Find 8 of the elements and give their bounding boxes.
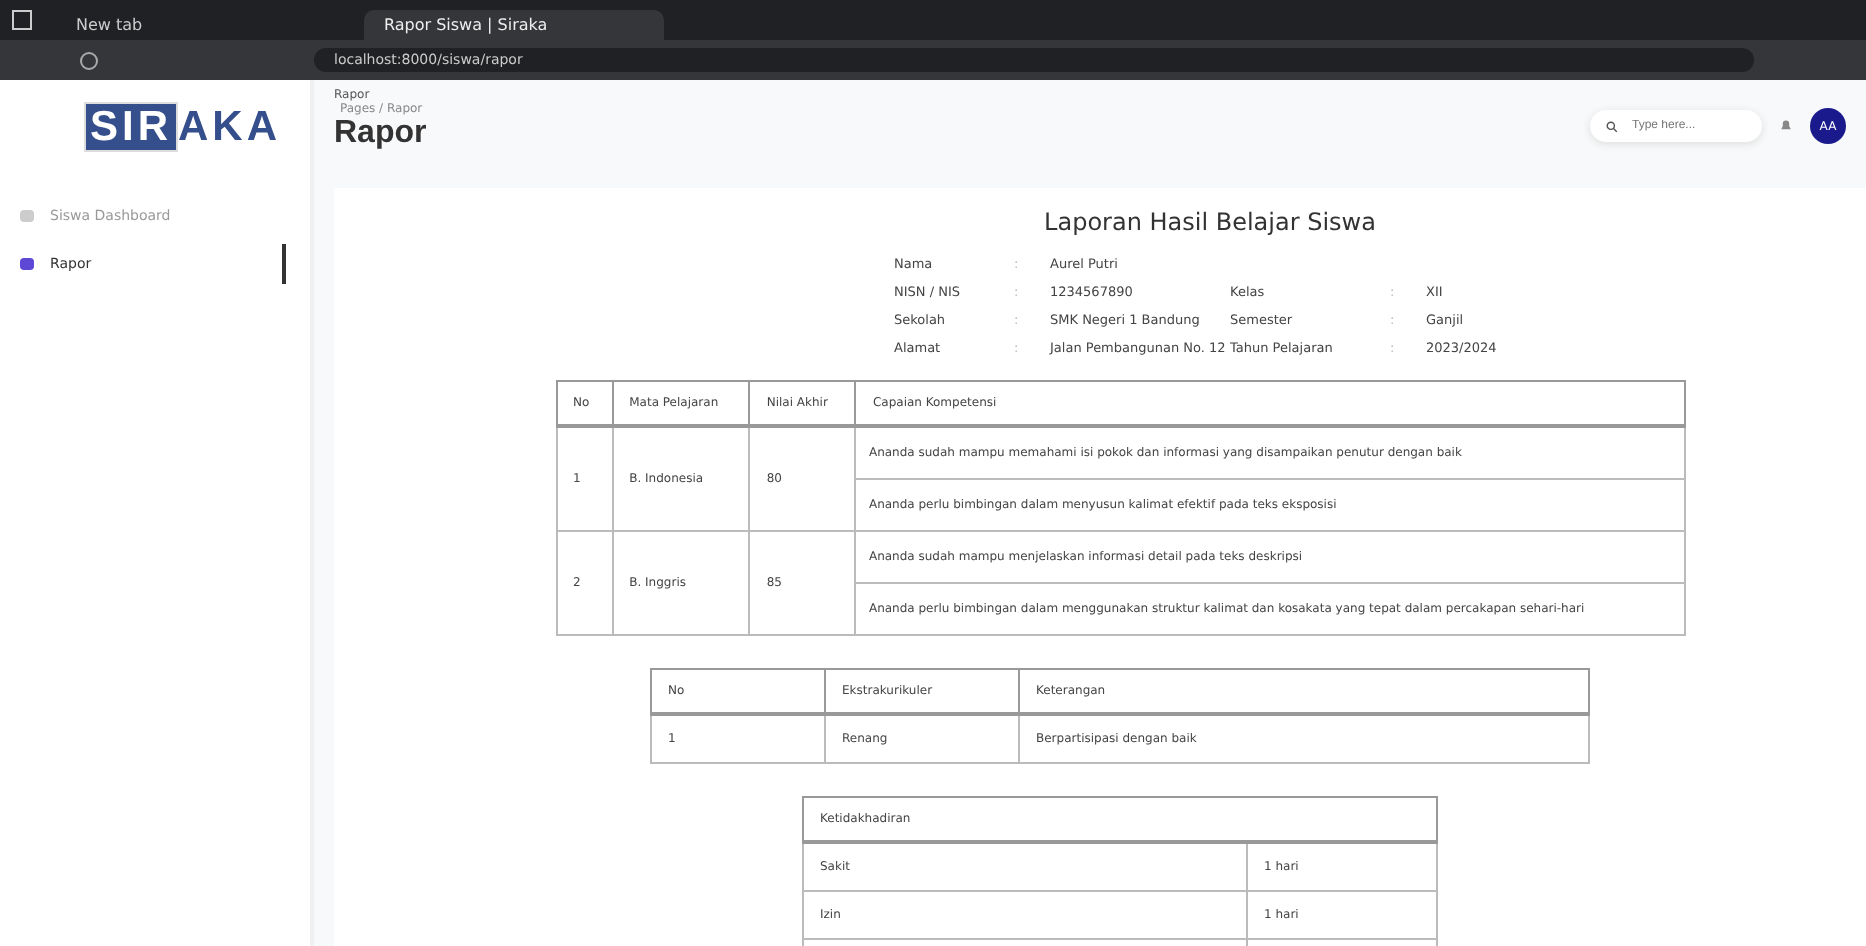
logo: SIR AKA bbox=[0, 80, 310, 196]
browser-tab[interactable]: New tab bbox=[56, 10, 356, 40]
window-icon[interactable] bbox=[12, 10, 32, 30]
search-icon bbox=[1606, 119, 1618, 133]
page-title: Rapor bbox=[334, 116, 427, 152]
browser-tab[interactable]: Rapor Siswa | Siraka bbox=[364, 10, 664, 40]
bell-icon[interactable] bbox=[1778, 118, 1794, 134]
report-title: Laporan Hasil Belajar Siswa bbox=[1044, 208, 1376, 236]
